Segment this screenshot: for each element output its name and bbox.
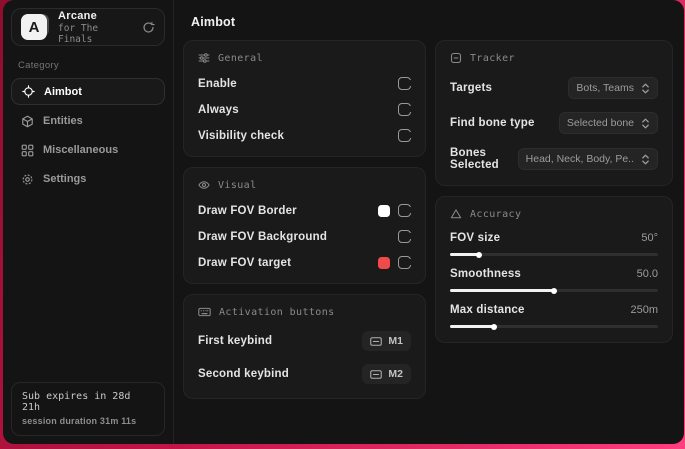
logo-letter: A bbox=[21, 14, 47, 40]
keybind-value: M1 bbox=[388, 335, 403, 347]
setting-label: Targets bbox=[450, 82, 493, 94]
setting-label: Visibility check bbox=[198, 129, 285, 142]
sidebar-item-miscellaneous[interactable]: Miscellaneous bbox=[11, 136, 165, 164]
setting-label: Second keybind bbox=[198, 368, 289, 380]
setting-label: Draw FOV target bbox=[198, 256, 292, 269]
max-distance-value: 250m bbox=[630, 304, 658, 316]
subscription-card: Sub expires in 28d 21h session duration … bbox=[11, 382, 165, 436]
enable-checkbox[interactable] bbox=[398, 77, 413, 90]
sidebar-item-label: Entities bbox=[43, 115, 83, 127]
brand-logo: A bbox=[21, 13, 49, 41]
setting-label: FOV size bbox=[450, 232, 501, 244]
dropdown-value: Bots, Teams bbox=[576, 82, 634, 94]
keyboard-icon bbox=[370, 369, 383, 379]
fov-size-value: 50° bbox=[641, 232, 658, 244]
keyboard-icon bbox=[198, 306, 211, 318]
setting-label: Max distance bbox=[450, 304, 525, 316]
tracker-card: Tracker Targets Bots, Teams Find bone ty… bbox=[435, 40, 673, 186]
find-bone-type-dropdown[interactable]: Selected bone bbox=[558, 112, 658, 134]
brand-subtitle: for The Finals bbox=[58, 22, 99, 45]
bones-selected-dropdown[interactable]: Head, Neck, Body, Pe.. bbox=[517, 148, 658, 170]
slider-fill[interactable] bbox=[450, 253, 480, 256]
grid-icon bbox=[21, 144, 34, 157]
chevron-up-down-icon bbox=[641, 154, 650, 165]
fov-target-checkbox[interactable] bbox=[398, 256, 413, 269]
sub-expiry-text: Sub expires in 28d 21h bbox=[22, 391, 131, 413]
setting-label: Enable bbox=[198, 77, 237, 90]
sync-icon[interactable] bbox=[142, 21, 155, 34]
page-title: Aimbot bbox=[191, 15, 236, 29]
general-card: General Enable Always Visibility check bbox=[183, 40, 426, 157]
section-title: Tracker bbox=[470, 52, 515, 64]
keybind-value: M2 bbox=[388, 368, 403, 380]
setting-label: Draw FOV Border bbox=[198, 204, 297, 217]
sidebar-item-settings[interactable]: Settings bbox=[11, 165, 165, 193]
activation-buttons-card: Activation buttons First keybind M1 Seco… bbox=[183, 294, 426, 399]
sidebar-item-label: Aimbot bbox=[44, 85, 82, 98]
brand-card: A Arcane for The Finals bbox=[11, 8, 165, 46]
keyboard-icon bbox=[370, 336, 383, 346]
second-keybind-button[interactable]: M2 bbox=[362, 364, 411, 384]
section-title: Visual bbox=[218, 179, 257, 191]
visibility-check-checkbox[interactable] bbox=[398, 129, 413, 142]
eye-icon bbox=[198, 179, 210, 191]
chevron-up-down-icon bbox=[641, 118, 650, 129]
main-content: Aimbot General Enable Always Visibility … bbox=[174, 0, 684, 444]
crosshair-icon bbox=[22, 85, 35, 98]
chevron-up-down-icon bbox=[641, 83, 650, 94]
sidebar-item-entities[interactable]: Entities bbox=[11, 107, 165, 135]
visual-card: Visual Draw FOV Border Draw FOV Backgrou… bbox=[183, 167, 426, 284]
setting-label: Always bbox=[198, 103, 239, 116]
fov-border-checkbox[interactable] bbox=[398, 204, 413, 217]
sidebar-item-label: Settings bbox=[43, 173, 87, 185]
fov-border-color-swatch[interactable] bbox=[378, 204, 390, 217]
setting-label: Smoothness bbox=[450, 268, 522, 280]
sidebar-item-label: Miscellaneous bbox=[43, 144, 119, 156]
session-duration-text: session duration 31m 11s bbox=[22, 416, 137, 426]
dropdown-value: Head, Neck, Body, Pe.. bbox=[525, 153, 634, 165]
sidebar-item-aimbot[interactable]: Aimbot bbox=[11, 78, 165, 105]
brand-name: Arcane bbox=[58, 9, 98, 22]
triangle-icon bbox=[450, 208, 462, 220]
fov-target-color-swatch[interactable] bbox=[378, 256, 390, 269]
section-title: Activation buttons bbox=[219, 306, 335, 318]
category-label: Category bbox=[18, 60, 59, 71]
targets-dropdown[interactable]: Bots, Teams bbox=[568, 77, 658, 99]
app-window: A Arcane for The Finals Category Aimbot … bbox=[3, 0, 684, 444]
slider-fill[interactable] bbox=[450, 325, 494, 328]
scan-box-icon bbox=[450, 52, 462, 64]
section-title: General bbox=[218, 52, 263, 64]
always-checkbox[interactable] bbox=[398, 103, 413, 116]
fov-size-slider[interactable] bbox=[450, 253, 658, 256]
smoothness-slider[interactable] bbox=[450, 289, 658, 292]
cube-icon bbox=[21, 115, 34, 128]
first-keybind-button[interactable]: M1 bbox=[362, 331, 411, 351]
setting-label: First keybind bbox=[198, 335, 273, 347]
max-distance-slider[interactable] bbox=[450, 325, 658, 328]
dropdown-value: Selected bone bbox=[566, 117, 634, 129]
accuracy-card: Accuracy FOV size 50° Smoothness 50.0 Ma… bbox=[435, 196, 673, 343]
smoothness-value: 50.0 bbox=[636, 268, 658, 280]
setting-label: Bones Selected bbox=[450, 147, 499, 171]
section-title: Accuracy bbox=[470, 208, 522, 220]
sidebar: A Arcane for The Finals Category Aimbot … bbox=[3, 0, 174, 444]
setting-label: Find bone type bbox=[450, 117, 535, 129]
gear-icon bbox=[21, 173, 34, 186]
setting-label: Draw FOV Background bbox=[198, 230, 328, 243]
slider-fill[interactable] bbox=[450, 289, 554, 292]
fov-background-checkbox[interactable] bbox=[398, 230, 413, 243]
sliders-icon bbox=[198, 52, 210, 64]
